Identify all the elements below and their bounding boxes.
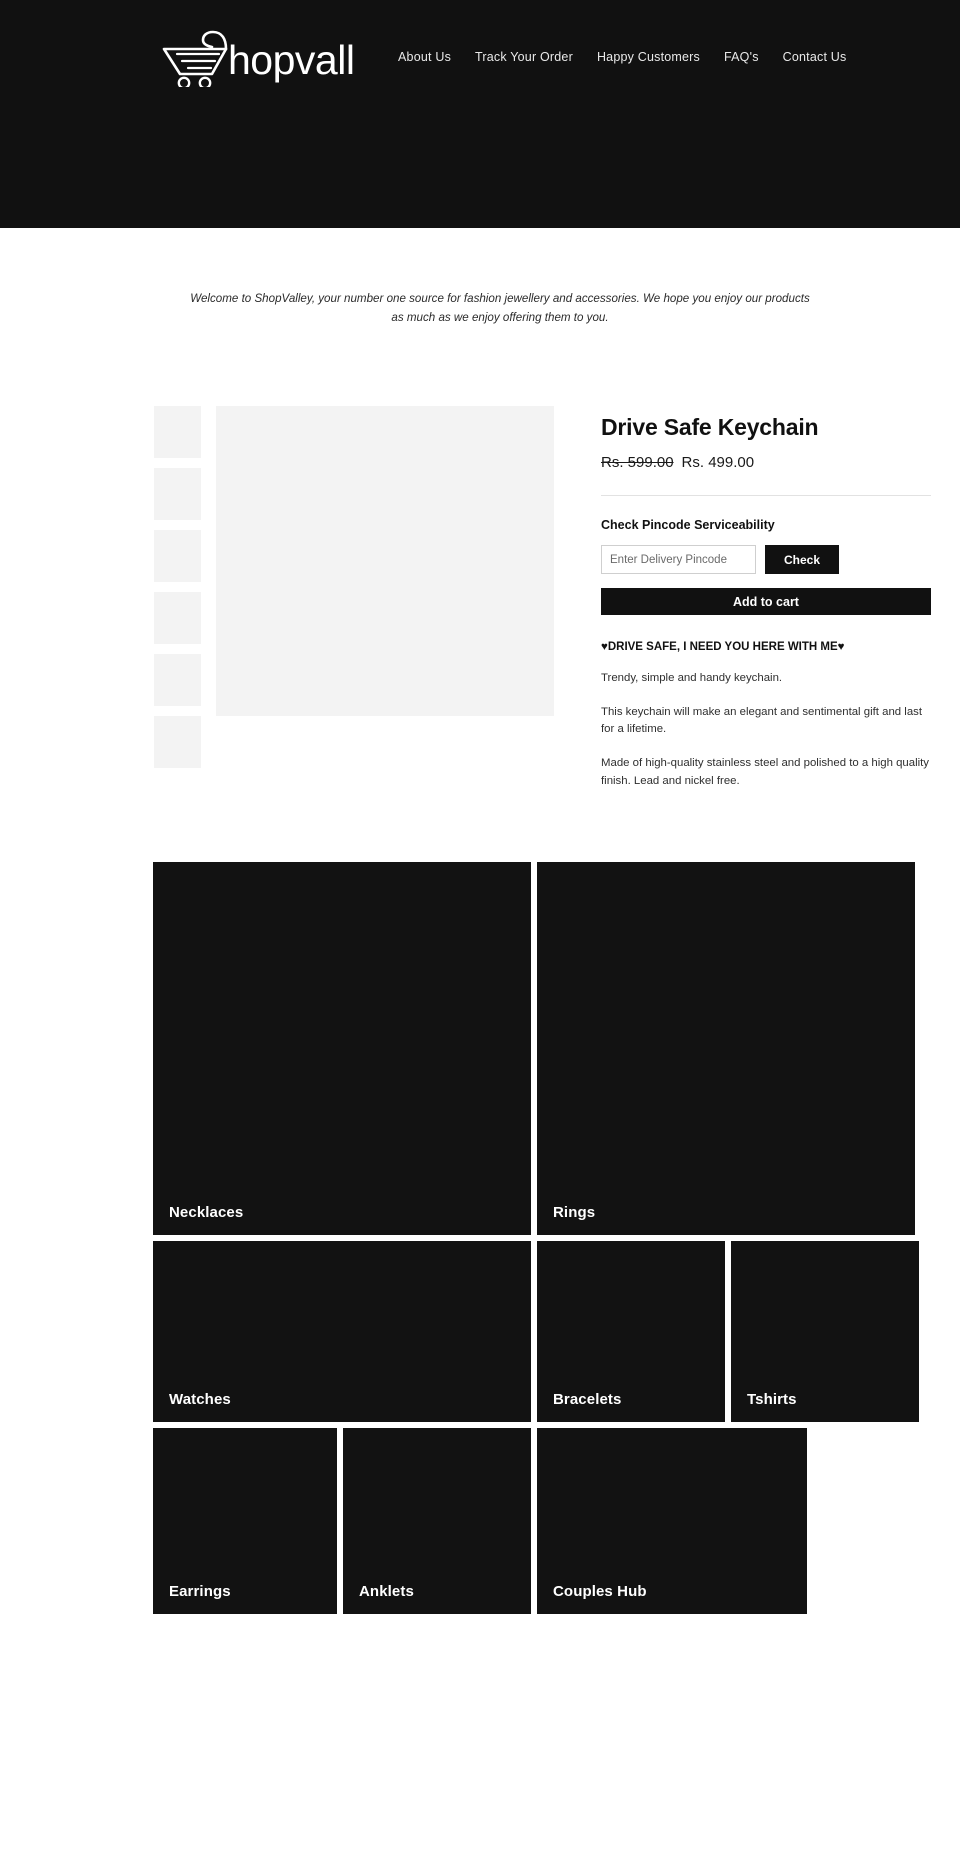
- category-tile-label: Anklets: [359, 1582, 414, 1600]
- product-thumbnail[interactable]: [154, 405, 201, 458]
- welcome-text: Welcome to ShopValley, your number one s…: [190, 292, 810, 324]
- product-thumbnail[interactable]: [154, 529, 201, 582]
- shopping-cart-icon: hopvalley: [160, 27, 356, 87]
- product-description-heading: ♥DRIVE SAFE, I NEED YOU HERE WITH ME♥: [601, 641, 845, 654]
- product-description-paragraph-2: This keychain will make an elegant and s…: [601, 706, 923, 736]
- category-tile-label: Rings: [553, 1203, 596, 1221]
- product-price-original: Rs. 599.00: [601, 454, 674, 472]
- pincode-input[interactable]: [601, 545, 756, 575]
- nav-item-faqs[interactable]: FAQ's: [724, 51, 759, 64]
- main-nav: About Us Track Your Order Happy Customer…: [398, 51, 847, 64]
- svg-text:hopvalley: hopvalley: [228, 37, 356, 83]
- category-row: Earrings Anklets Couples Hub: [153, 1427, 960, 1614]
- product-description-paragraph-3: Made of high-quality stainless steel and…: [601, 757, 930, 787]
- product-thumbnail-strip: [154, 405, 201, 768]
- category-tile-anklets[interactable]: Anklets: [343, 1427, 531, 1614]
- category-tile-label: Necklaces: [169, 1203, 244, 1221]
- category-row: Necklaces Rings: [153, 861, 960, 1235]
- pincode-heading: Check Pincode Serviceability: [601, 518, 775, 533]
- category-grid: Necklaces Rings Watches Bracelets Tshirt…: [0, 861, 960, 1630]
- category-tile-label: Bracelets: [553, 1390, 622, 1408]
- page-root: hopvalley About Us Track Your Order Happ…: [0, 0, 960, 1630]
- product-info: Drive Safe Keychain Rs. 599.00 Rs. 499.0…: [601, 406, 931, 790]
- nav-item-track-your-order[interactable]: Track Your Order: [475, 51, 573, 64]
- welcome-section: Welcome to ShopValley, your number one s…: [0, 228, 960, 358]
- site-header: hopvalley About Us Track Your Order Happ…: [0, 0, 960, 228]
- product-thumbnail[interactable]: [154, 591, 201, 644]
- product-thumbnail[interactable]: [154, 653, 201, 706]
- product-price-row: Rs. 599.00 Rs. 499.00: [601, 454, 931, 471]
- category-tile-bracelets[interactable]: Bracelets: [537, 1240, 725, 1422]
- product-main-image[interactable]: [216, 405, 554, 716]
- product-title: Drive Safe Keychain: [601, 413, 819, 440]
- header-inner: hopvalley About Us Track Your Order Happ…: [0, 0, 846, 88]
- category-tile-label: Watches: [169, 1390, 231, 1408]
- site-logo[interactable]: hopvalley: [160, 26, 356, 88]
- category-tile-label: Tshirts: [747, 1390, 797, 1408]
- category-tile-watches[interactable]: Watches: [153, 1240, 531, 1422]
- product-price-sale: Rs. 499.00: [681, 454, 755, 472]
- nav-item-contact-us[interactable]: Contact Us: [783, 51, 847, 64]
- product-thumbnail[interactable]: [154, 467, 201, 520]
- category-tile-tshirts[interactable]: Tshirts: [731, 1240, 919, 1422]
- product-description-paragraph-1: Trendy, simple and handy keychain.: [601, 672, 783, 685]
- nav-item-happy-customers[interactable]: Happy Customers: [597, 51, 700, 64]
- category-tile-label: Earrings: [169, 1582, 231, 1600]
- product-thumbnail[interactable]: [154, 715, 201, 768]
- check-pincode-button[interactable]: Check: [765, 545, 839, 575]
- add-to-cart-button[interactable]: Add to cart: [601, 588, 931, 616]
- pincode-row: Check: [601, 545, 931, 575]
- product-section: Drive Safe Keychain Rs. 599.00 Rs. 499.0…: [0, 358, 960, 790]
- category-tile-label: Couples Hub: [553, 1582, 647, 1600]
- category-tile-rings[interactable]: Rings: [537, 861, 915, 1235]
- category-tile-couples-hub[interactable]: Couples Hub: [537, 1427, 807, 1614]
- nav-item-about-us[interactable]: About Us: [398, 51, 451, 64]
- product-divider: [601, 495, 931, 497]
- category-tile-necklaces[interactable]: Necklaces: [153, 861, 531, 1235]
- category-row: Watches Bracelets Tshirts: [153, 1240, 960, 1422]
- category-tile-earrings[interactable]: Earrings: [153, 1427, 337, 1614]
